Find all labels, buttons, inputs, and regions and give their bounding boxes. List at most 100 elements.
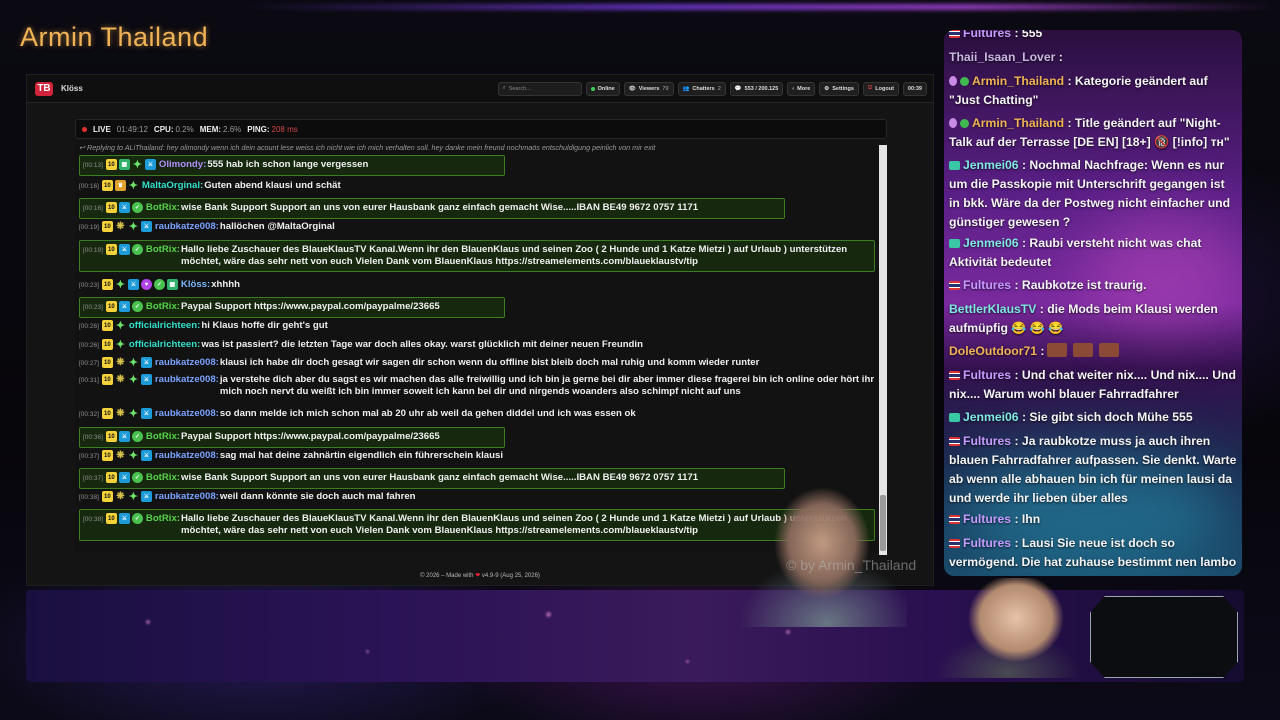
mod-badge-icon: ⚔ — [118, 202, 130, 213]
message-timestamp: [00:23] — [79, 282, 99, 289]
timer-value: 00:39 — [907, 85, 922, 92]
chat-message[interactable]: [00:32] 10 ❋ ✦ ⚔ raubkatze008: so dann melde i… — [79, 408, 879, 421]
logout-button[interactable]: ⎋ Logout — [862, 81, 899, 96]
chat-message[interactable]: [00:16] 10 ♛ ✦ MaltaOrginal: Guten abend klau… — [79, 180, 879, 193]
chat-message[interactable]: [00:26] 10 ✦ officialrichteen: was ist passi… — [79, 339, 879, 352]
top-glow-line — [240, 4, 1280, 10]
overlay-username: Fultures — [963, 512, 1015, 526]
chat-message[interactable]: [00:31] 10 ❋ ✦ ⚔ raubkatze008: ja verstehe dic… — [79, 374, 879, 398]
user-badges: 10 ❋ ✦ ⚔ — [101, 220, 152, 233]
chat-message[interactable]: [00:27] 10 ❋ ✦ ⚔ raubkatze008: klausi ich habe… — [79, 357, 879, 370]
bot-badge-icon: ✓ — [131, 431, 143, 442]
sub-badge-icon: 10 — [101, 279, 113, 290]
chat-message[interactable]: [00:26] 10 ✦ officialrichteen: hi Klaus hoff… — [79, 320, 879, 333]
chat-message[interactable]: [00:37] 10 ⚔ ✓ BotRix: wise Bank Support Supp… — [79, 468, 785, 489]
chat-message[interactable]: [00:16] 10 ⚔ ✓ BotRix: wise Bank Support Supp… — [79, 198, 785, 219]
verified-check-icon — [960, 77, 969, 86]
mod-badge-icon: ⚔ — [118, 472, 130, 483]
app-footer: © 2026 – Made with ❤ v4.9-9 (Aug 25, 202… — [26, 572, 934, 579]
mod-badge-icon: ⚔ — [118, 244, 130, 255]
overlay-username: Fultures — [963, 368, 1015, 382]
message-username[interactable]: BotRix: — [146, 513, 180, 525]
hype-badge-icon: ❋ — [116, 220, 125, 232]
thai-flag-icon — [949, 30, 960, 38]
hype-badge-icon: ❋ — [116, 407, 125, 419]
gem-badge-icon: ✦ — [128, 490, 138, 503]
user-badges: 10 ❋ ✦ ⚔ — [101, 373, 152, 386]
chatters-button[interactable]: 👥 Chatters 2 — [677, 81, 726, 96]
message-username[interactable]: officialrichteen: — [129, 339, 200, 351]
messages-count-button[interactable]: 💬 553 / 200.125 — [729, 81, 784, 96]
message-username[interactable]: MaltaOrginal: — [142, 180, 203, 192]
chat-message[interactable]: [00:37] 10 ❋ ✦ ⚔ raubkatze008: sag mal hat dei… — [79, 450, 879, 463]
ping-value: 208 ms — [271, 124, 298, 134]
bot-badge-icon: ✓ — [131, 513, 143, 524]
scrollbar-thumb[interactable] — [880, 495, 886, 551]
gear-icon: ⚙ — [824, 85, 830, 92]
message-username[interactable]: raubkatze008: — [155, 357, 219, 369]
mem-label: MEM: — [199, 124, 222, 134]
more-button[interactable]: ‹ More — [787, 81, 816, 96]
users-icon: 👥 — [682, 85, 690, 92]
overlay-chat-message: Fultures : Raubkotze ist traurig. — [949, 276, 1237, 295]
more-label: More — [797, 85, 811, 92]
message-username[interactable]: BotRix: — [146, 301, 180, 313]
gem-badge-icon: ✦ — [128, 179, 138, 192]
bot-badge-icon: ✓ — [131, 244, 143, 255]
message-username[interactable]: Klöss: — [181, 279, 210, 291]
overlay-chat-message: Armin_Thailand : Title geändert auf "Nig… — [949, 114, 1237, 152]
message-username[interactable]: Olimondy: — [159, 159, 206, 171]
chat-message[interactable]: [00:19] 10 ❋ ✦ ⚔ raubkatze008: hallöchen @Malt… — [79, 221, 879, 234]
online-status-button[interactable]: Online — [585, 81, 620, 96]
message-username[interactable]: BotRix: — [146, 431, 180, 443]
message-text: so dann melde ich mich schon mal ab 20 u… — [219, 408, 636, 419]
bot-badge-icon: ✓ — [153, 279, 165, 290]
viewers-label: Viewers — [638, 85, 660, 92]
message-username[interactable]: BotRix: — [146, 244, 180, 256]
message-username[interactable]: raubkatze008: — [155, 374, 219, 386]
sub-badge-icon: 10 — [101, 180, 113, 191]
gem-badge-icon: ✦ — [128, 220, 138, 233]
hype-badge-icon: ❋ — [116, 373, 125, 385]
chat-message[interactable]: [00:23] 10 ⚔ ✓ BotRix: Paypal Support https:/… — [79, 297, 505, 318]
overlay-chat-message: Fultures : Ja raubkotze muss ja auch ihr… — [949, 432, 1237, 508]
viewers-button[interactable]: 👁 Viewers 79 — [623, 81, 674, 96]
sub-badge-icon: 10 — [101, 357, 113, 368]
overlay-chat-message: Armin_Thailand : Kategorie geändert auf … — [949, 72, 1237, 110]
message-username[interactable]: officialrichteen: — [129, 320, 200, 332]
overlay-username: Fultures — [963, 536, 1015, 550]
overlay-username: Jenmei06 — [963, 236, 1022, 250]
message-username[interactable]: BotRix: — [146, 202, 180, 214]
message-username[interactable]: raubkatze008: — [155, 491, 219, 503]
message-timestamp: [00:32] — [79, 411, 99, 418]
settings-button[interactable]: ⚙ Settings — [819, 81, 859, 96]
user-badges: 10 ❋ ✦ ⚔ — [101, 356, 152, 369]
gem-badge-icon: ✦ — [132, 158, 142, 171]
message-username[interactable]: raubkatze008: — [155, 408, 219, 420]
live-time: 01:49:12 — [116, 124, 148, 134]
viewers-count: 79 — [662, 85, 669, 92]
message-username[interactable]: raubkatze008: — [155, 450, 219, 462]
message-timestamp: [00:13] — [83, 162, 103, 169]
badge-grid-icon — [949, 161, 960, 170]
sub-badge-icon: 10 — [105, 159, 117, 170]
message-timestamp: [00:37] — [79, 453, 99, 460]
chat-message[interactable]: [00:36] 10 ⚔ ✓ BotRix: Paypal Support https:/… — [79, 427, 505, 448]
webcam-guest — [838, 578, 1082, 678]
chat-message[interactable]: [00:23] 10 ✦ ⚔ ♥ ✓ ▦ Klöss: xhhhh — [79, 279, 879, 292]
user-badges: 10 ❋ ✦ ⚔ — [101, 490, 152, 503]
user-badges: 10 ⚔ ✓ — [105, 513, 143, 524]
gem-badge-icon: ✦ — [128, 356, 138, 369]
live-label: LIVE — [93, 124, 111, 134]
message-username[interactable]: raubkatze008: — [155, 221, 219, 233]
chat-scrollbar[interactable] — [879, 145, 887, 555]
chat-message[interactable]: [00:19] 10 ⚔ ✓ BotRix: Hallo liebe Zuschauer … — [79, 240, 875, 272]
overlay-username: Armin_Thailand — [972, 116, 1068, 130]
search-input[interactable]: ⌕ Search... — [497, 81, 582, 96]
mod-badge-icon: ⚔ — [140, 491, 152, 502]
chat-message[interactable]: [00:13] 10 ▦ ✦ ⚔ Olimondy: 555 hab ich schon l… — [79, 155, 505, 176]
bot-badge-icon: ✓ — [131, 202, 143, 213]
chatters-label: Chatters — [692, 85, 715, 92]
message-username[interactable]: BotRix: — [146, 472, 180, 484]
gem-badge-icon: ✦ — [115, 278, 125, 291]
